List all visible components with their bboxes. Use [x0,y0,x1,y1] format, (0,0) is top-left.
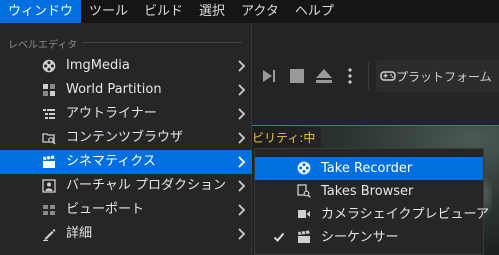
film-reel-icon [297,161,311,175]
menu-item-label: ビューポート [66,202,145,217]
menu-bar: ウィンドウ ツール ビルド 選択 アクタ ヘルプ [0,0,499,23]
submenu-item-label: カメラシェイクプレビューア [321,207,489,222]
menu-item-label: バーチャル プロダクション [66,178,227,193]
menu-item-viewport[interactable]: ビューポート [0,198,252,222]
chevron-right-icon [238,132,246,144]
menu-item-label: アウトライナー [66,106,157,121]
toolbar-divider [368,62,369,90]
clapperboard-icon [297,230,311,244]
menu-tools[interactable]: ツール [81,0,136,23]
chevron-right-icon [238,108,246,120]
pencil-icon [42,227,56,241]
folder-search-icon [42,131,56,145]
section-divider [82,42,242,43]
eject-button[interactable] [314,68,334,84]
submenu-item-label: Takes Browser [321,184,414,199]
menu-item-virtual-production[interactable]: バーチャル プロダクション [0,174,252,198]
video-camera-icon [297,207,311,221]
grid-icon [42,83,56,97]
chevron-right-icon [238,180,246,192]
list-icon [42,107,56,121]
menu-window[interactable]: ウィンドウ [0,0,82,23]
submenu-item-sequencer[interactable]: シーケンサー [255,226,483,249]
film-reel-icon [42,59,56,73]
step-forward-icon [263,70,275,82]
step-forward-button[interactable] [260,68,278,84]
menu-item-label: シネマティクス [66,154,156,169]
chevron-right-icon [238,156,246,168]
clapperboard-icon [42,155,56,169]
platforms-button[interactable]: プラットフォーム [376,60,499,92]
more-options-button[interactable] [344,68,356,84]
viewport-icon [42,203,56,217]
menu-item-imgmedia[interactable]: ImgMedia [0,54,252,78]
menu-select[interactable]: 選択 [191,0,233,23]
takes-browser-icon [297,184,311,198]
menu-item-world-partition[interactable]: World Partition [0,78,252,102]
submenu-item-take-recorder[interactable]: Take Recorder [255,157,483,180]
checkmark-icon [273,232,285,242]
menu-item-content-browser[interactable]: コンテンツブラウザ [0,126,252,150]
person-frame-icon [42,179,56,193]
menu-item-label: World Partition [66,82,162,97]
stop-icon [290,69,304,83]
menu-item-cinematics[interactable]: シネマティクス [0,150,252,174]
submenu-item-camera-shake-previewer[interactable]: カメラシェイクプレビューア [255,203,489,226]
window-menu-dropdown: レベルエディタ ImgMedia World Partition アウトライナー… [0,23,252,255]
chevron-right-icon [238,60,246,72]
eject-icon [316,69,332,83]
kebab-menu-icon [348,68,352,84]
menu-item-details[interactable]: 詳細 [0,222,252,246]
submenu-item-label: シーケンサー [321,230,399,245]
menu-item-label: コンテンツブラウザ [66,130,184,145]
menu-build[interactable]: ビルド [136,0,191,23]
play-toolbar: プラットフォーム [252,56,499,96]
chevron-right-icon [238,204,246,216]
section-header-level-editor: レベルエディタ [8,40,78,51]
submenu-item-takes-browser[interactable]: Takes Browser [255,180,483,203]
menu-help[interactable]: ヘルプ [287,0,342,23]
menu-item-label: ImgMedia [66,58,130,73]
submenu-item-label: Take Recorder [321,161,413,176]
menu-actor[interactable]: アクタ [233,0,287,23]
chevron-right-icon [238,84,246,96]
cinematics-submenu: Take Recorder Takes Browser カメラシェイクプレビュー… [254,148,489,255]
chevron-right-icon [238,228,246,240]
stop-button[interactable] [288,68,306,84]
menu-item-label: 詳細 [66,226,93,241]
menu-item-outliner[interactable]: アウトライナー [0,102,252,126]
gamepad-icon [380,71,396,81]
platforms-label: プラットフォーム [396,69,492,84]
visibility-status: ビリティ:中 [252,127,322,149]
